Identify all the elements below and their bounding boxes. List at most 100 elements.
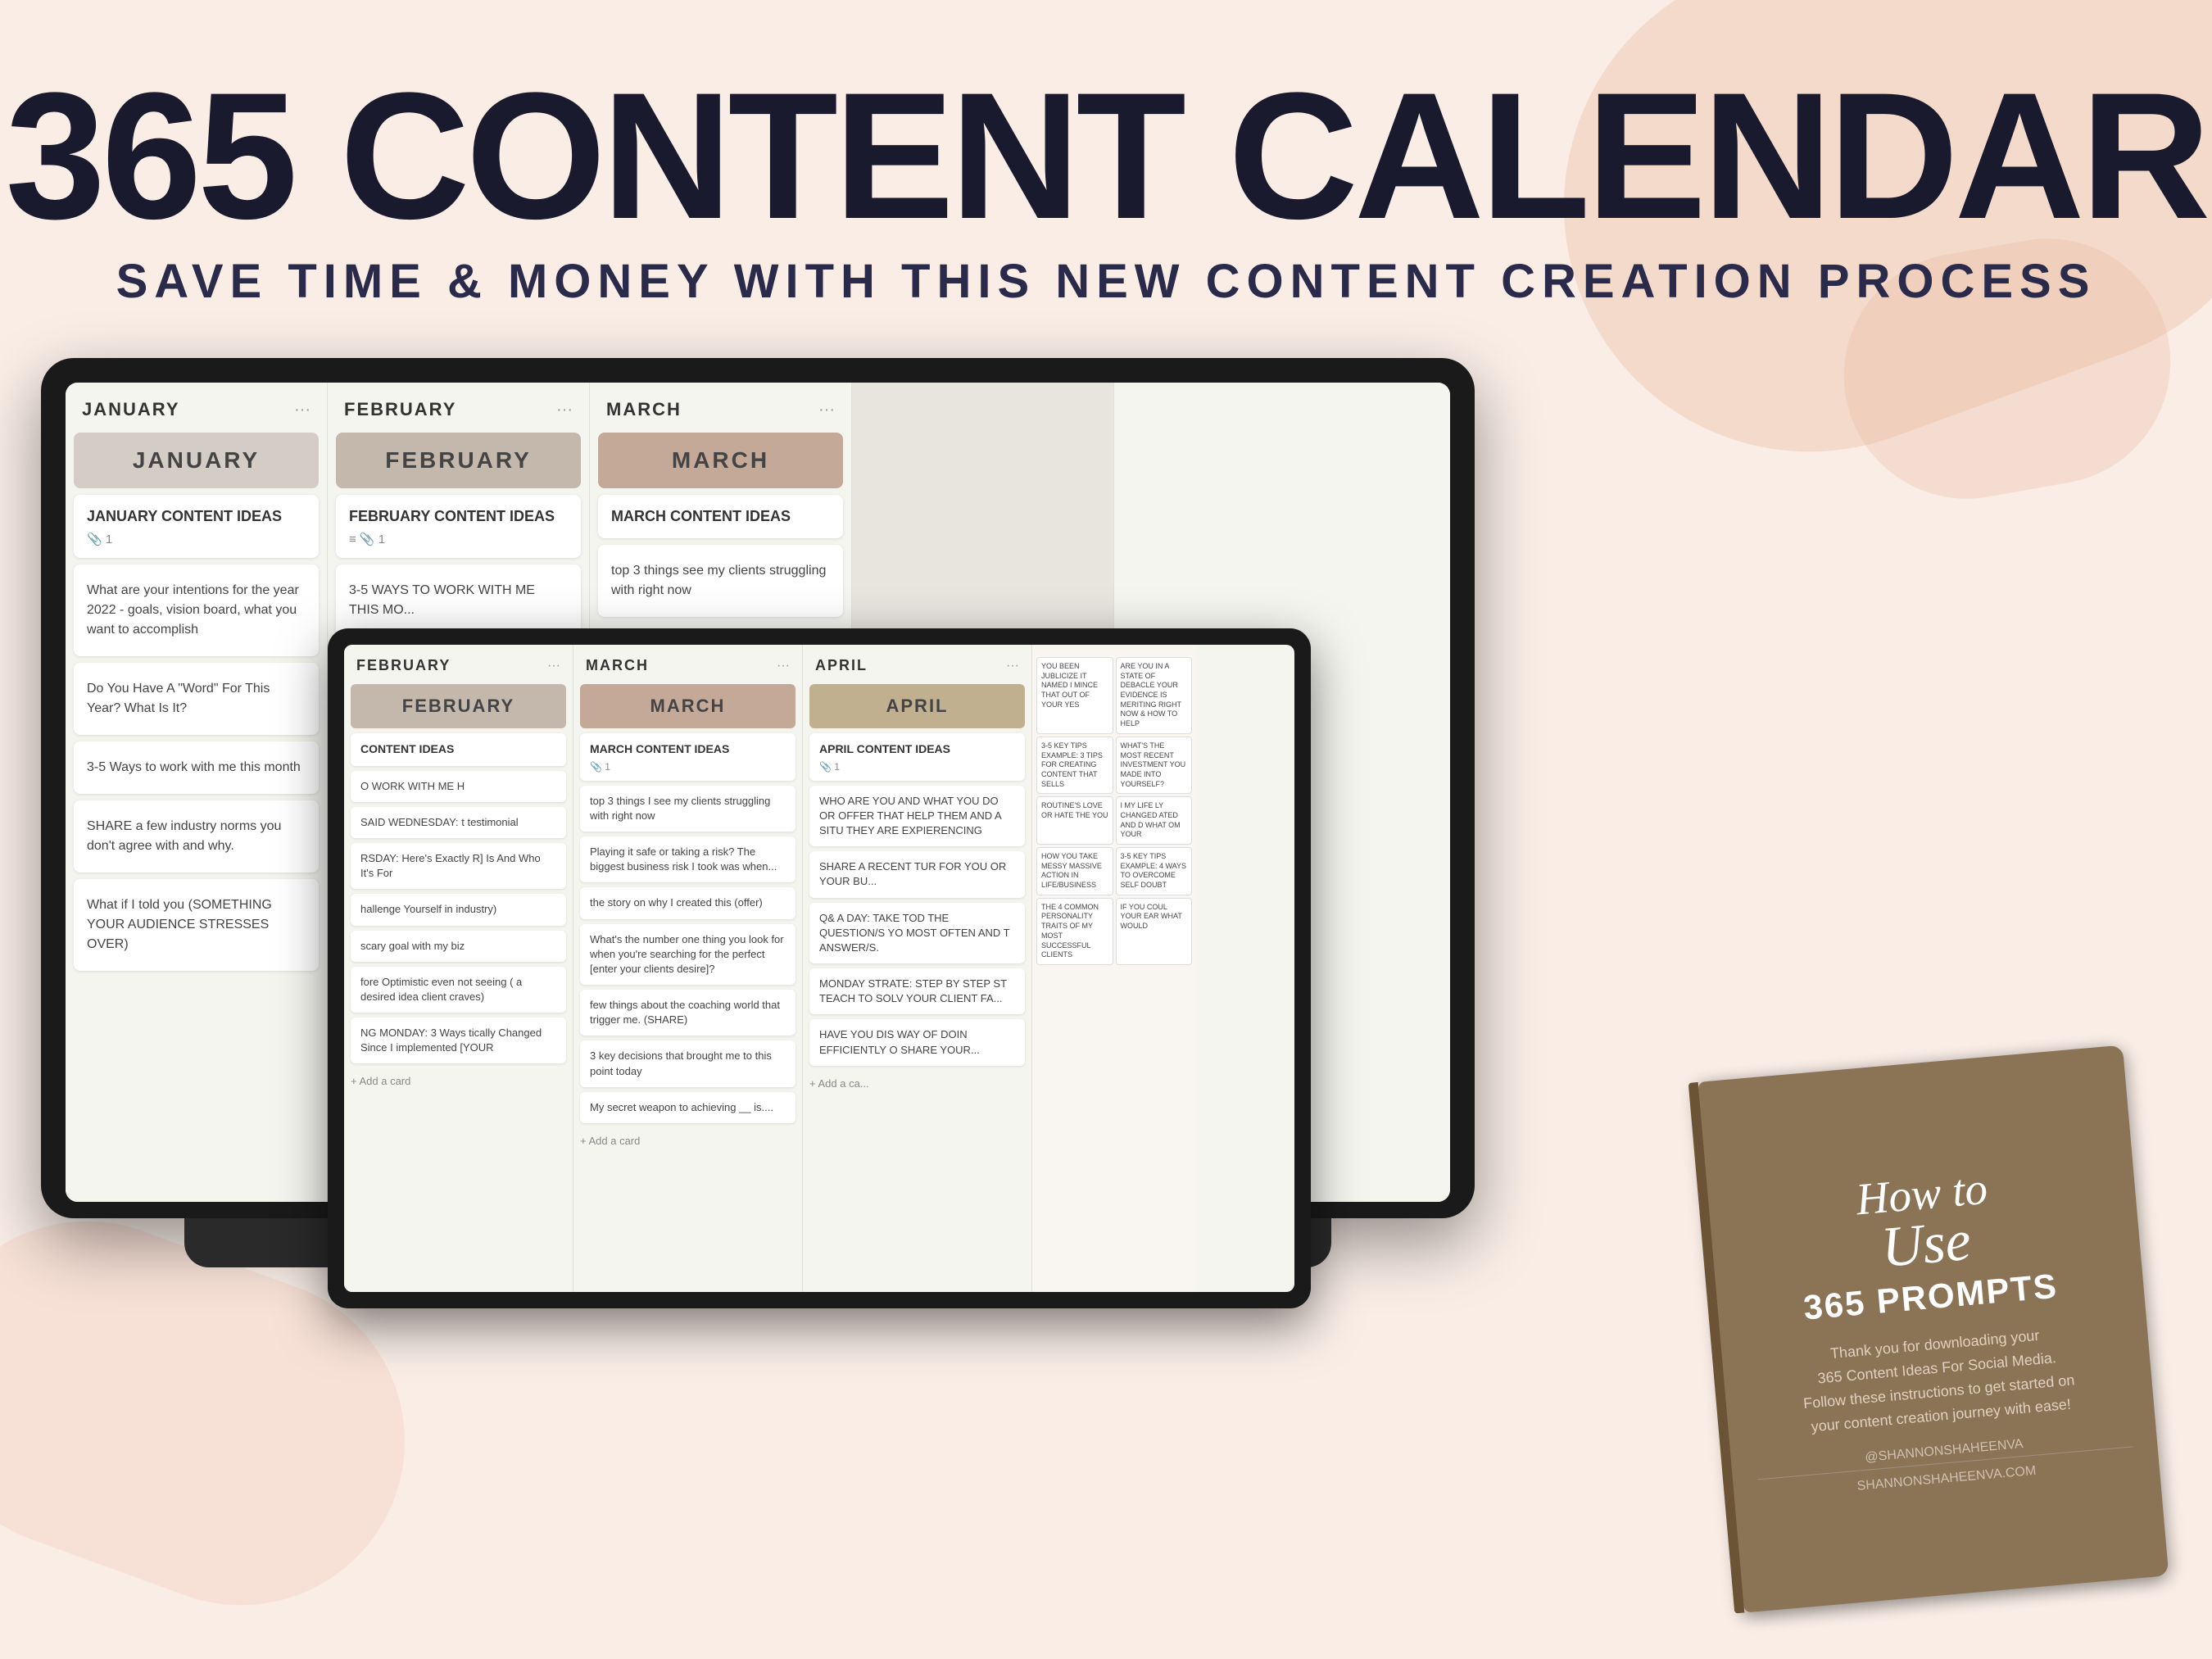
page-subtitle: SAVE TIME & MONEY WITH THIS NEW CONTENT … <box>0 254 2212 309</box>
book-cover: How to Use 365 PROMPTS Thank you for dow… <box>1698 1045 2169 1613</box>
trello-card[interactable]: JANUARY CONTENT IDEAS 📎 1 <box>74 495 319 558</box>
trello-card[interactable]: What if I told you (SOMETHING YOUR AUDIE… <box>74 879 319 971</box>
tablet-card-body: 3 key decisions that brought me to this … <box>590 1049 786 1078</box>
tablet-card-body: SHARE A RECENT TUR FOR YOU OR YOUR BU... <box>819 859 1015 889</box>
tablet-add-card-april[interactable]: + Add a ca... <box>803 1071 1031 1096</box>
tablet-month-apr: APRIL <box>809 684 1025 728</box>
trello-card[interactable]: 3-5 Ways to work with me this month <box>74 741 319 794</box>
trello-card[interactable]: FEBRUARY CONTENT IDEAS ≡ 📎 1 <box>336 495 581 558</box>
social-card-cell: THE 4 COMMON PERSONALITY TRAITS OF MY MO… <box>1036 898 1113 965</box>
tablet-card[interactable]: O WORK WITH ME H <box>351 771 566 802</box>
tablet-card[interactable]: Q& A DAY: TAKE TOD THE QUESTION/S YO MOS… <box>809 903 1025 964</box>
tablet-card[interactable]: SHARE A RECENT TUR FOR YOU OR YOUR BU... <box>809 851 1025 897</box>
col-header-january: JANUARY ··· <box>66 383 327 428</box>
tablet-card-body: RSDAY: Here's Exactly R] Is And Who It's… <box>360 851 556 881</box>
tablet-card-body: MONDAY STRATE: STEP BY STEP ST TEACH TO … <box>819 977 1015 1006</box>
card-body: 3-5 WAYS TO WORK WITH ME THIS MO... <box>349 581 568 620</box>
tablet-card[interactable]: fore Optimistic even not seeing ( a desi… <box>351 967 566 1013</box>
tablet-header-feb: FEBRUARY ··· <box>344 645 573 681</box>
tablet-card[interactable]: NG MONDAY: 3 Ways tically Changed Since … <box>351 1018 566 1063</box>
tablet-display: FEBRUARY ··· FEBRUARY CONTENT IDEAS O WO… <box>344 645 1294 1292</box>
tablet-card[interactable]: CONTENT IDEAS <box>351 733 566 766</box>
trello-card[interactable]: What are your intentions for the year 20… <box>74 564 319 656</box>
book-mockup: How to Use 365 PROMPTS Thank you for dow… <box>1720 1063 2146 1595</box>
card-meta: ≡ 📎 1 <box>349 532 568 546</box>
tablet-card[interactable]: APRIL CONTENT IDEAS 📎 1 <box>809 733 1025 781</box>
social-card-cell: ARE YOU IN A STATE OF DEBACLE YOUR EVIDE… <box>1116 657 1193 734</box>
trello-card[interactable]: top 3 things see my clients struggling w… <box>598 545 843 617</box>
tablet-card-body: My secret weapon to achieving __ is.... <box>590 1100 786 1115</box>
tablet-card-body: Q& A DAY: TAKE TOD THE QUESTION/S YO MOS… <box>819 911 1015 956</box>
tablet-card[interactable]: hallenge Yourself in industry) <box>351 894 566 925</box>
tablet-card[interactable]: Playing it safe or taking a risk? The bi… <box>580 836 796 882</box>
tablet-card-body: WHO ARE YOU AND WHAT YOU DO OR OFFER THA… <box>819 794 1015 839</box>
tablet-card[interactable]: HAVE YOU DIS WAY OF DOIN EFFICIENTLY O S… <box>809 1019 1025 1065</box>
tablet-card[interactable]: SAID WEDNESDAY: t testimonial <box>351 807 566 838</box>
tablet-card[interactable]: MARCH CONTENT IDEAS 📎 1 <box>580 733 796 781</box>
tablet-card-body: the story on why I created this (offer) <box>590 895 786 910</box>
tablet-card[interactable]: My secret weapon to achieving __ is.... <box>580 1092 796 1123</box>
tablet-card-body: Playing it safe or taking a risk? The bi… <box>590 845 786 874</box>
col-title-january: JANUARY <box>82 399 180 420</box>
social-card-cell: 3-5 KEY TIPS EXAMPLE: 3 TIPS FOR CREATIN… <box>1036 737 1113 794</box>
trello-card[interactable]: SHARE a few industry norms you don't agr… <box>74 800 319 873</box>
tablet-card[interactable]: scary goal with my biz <box>351 931 566 962</box>
tablet-card-meta: 📎 1 <box>819 761 1015 773</box>
tablet-month-title-feb: FEBRUARY <box>362 696 555 717</box>
tablet-header-mar: MARCH ··· <box>573 645 802 681</box>
tablet-col-february: FEBRUARY ··· FEBRUARY CONTENT IDEAS O WO… <box>344 645 573 1292</box>
tablet-col-march: MARCH ··· MARCH MARCH CONTENT IDEAS 📎 1 … <box>573 645 803 1292</box>
month-header-february: FEBRUARY <box>336 433 581 488</box>
trello-card[interactable]: Do You Have A "Word" For This Year? What… <box>74 663 319 735</box>
tablet-month-title-apr: APRIL <box>821 696 1013 717</box>
social-card-cell: YOU BEEN JUBLICIZE IT NAMED I MINCE THAT… <box>1036 657 1113 734</box>
tablet-card[interactable]: RSDAY: Here's Exactly R] Is And Who It's… <box>351 843 566 889</box>
social-card-cell: I MY LIFE LY CHANGED ATED AND D WHAT OM … <box>1116 796 1193 845</box>
book-prompts: 365 PROMPTS <box>1802 1267 2059 1328</box>
tablet-add-card-march[interactable]: + Add a card <box>573 1128 802 1154</box>
tablet-menu-feb[interactable]: ··· <box>547 659 560 673</box>
page-header: 365 CONTENT CALENDAR SAVE TIME & MONEY W… <box>0 0 2212 342</box>
tablet-card-body: top 3 things I see my clients struggling… <box>590 794 786 823</box>
trello-board-tablet: FEBRUARY ··· FEBRUARY CONTENT IDEAS O WO… <box>344 645 1294 1292</box>
month-title-february: FEBRUARY <box>351 447 566 474</box>
tablet-title-feb: FEBRUARY <box>356 657 451 674</box>
tablet-card[interactable]: few things about the coaching world that… <box>580 990 796 1036</box>
tablet-menu-apr[interactable]: ··· <box>1006 659 1019 673</box>
social-card-cell: ROUTINE'S LOVE OR HATE THE YOU <box>1036 796 1113 845</box>
tablet-card[interactable]: top 3 things I see my clients struggling… <box>580 786 796 832</box>
tablet-card[interactable]: What's the number one thing you look for… <box>580 924 796 986</box>
tablet-card-body: NG MONDAY: 3 Ways tically Changed Since … <box>360 1026 556 1055</box>
tablet-menu-mar[interactable]: ··· <box>777 659 790 673</box>
tablet-col-cards: YOU BEEN JUBLICIZE IT NAMED I MINCE THAT… <box>1032 645 1196 1292</box>
tablet-card[interactable]: MONDAY STRATE: STEP BY STEP ST TEACH TO … <box>809 968 1025 1014</box>
card-body: What are your intentions for the year 20… <box>87 581 306 640</box>
card-meta: 📎 1 <box>87 532 306 546</box>
tablet-card[interactable]: the story on why I created this (offer) <box>580 887 796 918</box>
tablet-card[interactable]: 3 key decisions that brought me to this … <box>580 1040 796 1086</box>
col-menu-february[interactable]: ··· <box>556 401 573 419</box>
col-menu-january[interactable]: ··· <box>294 401 310 419</box>
trello-card[interactable]: MARCH CONTENT IDEAS <box>598 495 843 538</box>
trello-column-january: JANUARY ··· JANUARY JANUARY CONTENT IDEA… <box>66 383 328 1202</box>
col-title-february: FEBRUARY <box>344 399 456 420</box>
tablet-card-meta: 📎 1 <box>590 761 786 773</box>
trello-card[interactable]: 3-5 WAYS TO WORK WITH ME THIS MO... <box>336 564 581 637</box>
tablet-card-title: APRIL CONTENT IDEAS <box>819 741 1015 758</box>
tablet-month-feb: FEBRUARY <box>351 684 566 728</box>
social-card-cell: IF YOU COUL YOUR EAR WHAT WOULD <box>1116 898 1193 965</box>
tablet-add-card[interactable]: + Add a card <box>344 1068 573 1094</box>
book-spine <box>1688 1082 1745 1614</box>
tablet-card-body: hallenge Yourself in industry) <box>360 902 556 917</box>
tablet-month-title-mar: MARCH <box>592 696 784 717</box>
col-title-march: MARCH <box>606 399 682 420</box>
tablet-card-title: MARCH CONTENT IDEAS <box>590 741 786 758</box>
month-title-march: MARCH <box>613 447 828 474</box>
card-body: top 3 things see my clients struggling w… <box>611 561 830 601</box>
col-menu-march[interactable]: ··· <box>818 401 835 419</box>
tablet-card-body: fore Optimistic even not seeing ( a desi… <box>360 975 556 1004</box>
page-title: 365 CONTENT CALENDAR <box>0 66 2212 246</box>
tablet-card-body: scary goal with my biz <box>360 939 556 954</box>
tablet-card[interactable]: WHO ARE YOU AND WHAT YOU DO OR OFFER THA… <box>809 786 1025 847</box>
tablet-title-mar: MARCH <box>586 657 649 674</box>
